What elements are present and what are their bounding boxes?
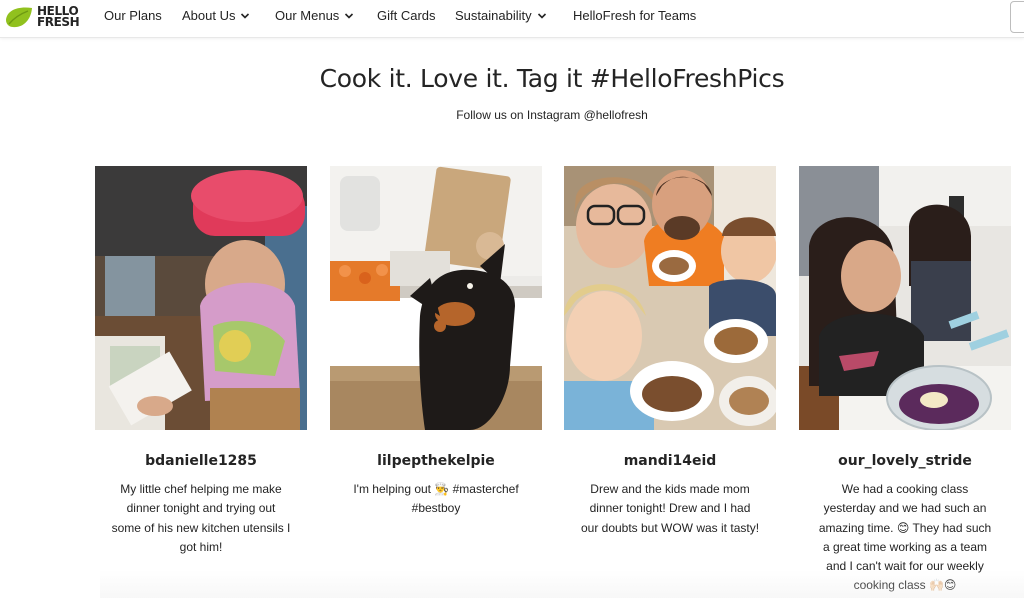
chevron-down-icon [537, 12, 546, 19]
nav-action-button[interactable] [1010, 1, 1024, 33]
nav-label: Sustainability [455, 8, 532, 23]
post-caption: I'm helping out 👨‍🍳 #masterchef #bestboy [353, 482, 519, 516]
dog-kitchen-photo[interactable] [330, 166, 542, 430]
instagram-post-card[interactable]: our_lovely_stride We had a cooking class… [799, 166, 1011, 596]
nav-label: HelloFresh for Teams [573, 8, 697, 23]
chevron-down-icon [241, 12, 250, 19]
post-caption: Drew and the kids made mom dinner tonigh… [580, 482, 760, 535]
family-selfie-photo[interactable] [564, 166, 776, 430]
nav-label: Gift Cards [377, 8, 436, 23]
post-username[interactable]: lilpepthekelpie [330, 453, 542, 469]
nav-label: About Us [182, 8, 236, 23]
post-username[interactable]: our_lovely_stride [799, 453, 1011, 469]
hellofresh-logo[interactable]: HELLO FRESH [4, 3, 80, 31]
instagram-post-card[interactable]: lilpepthekelpie I'm helping out 👨‍🍳 #mas… [330, 166, 542, 519]
nav-gift-cards[interactable]: Gift Cards [377, 8, 436, 23]
lime-leaf-icon [6, 7, 32, 28]
nav-about-us[interactable]: About Us [182, 8, 250, 23]
nav-hellofresh-for-teams[interactable]: HelloFresh for Teams [573, 8, 696, 23]
nav-sustainability[interactable]: Sustainability [455, 8, 547, 23]
child-chef-photo[interactable] [95, 166, 307, 430]
nav-our-menus[interactable]: Our Menus [275, 8, 354, 23]
logo-line-2: FRESH [37, 15, 80, 29]
logo-wordmark: HELLO FRESH [37, 5, 80, 29]
post-caption: My little chef helping me make dinner to… [111, 482, 291, 554]
instagram-post-card[interactable]: bdanielle1285 My little chef helping me … [95, 166, 307, 557]
section-title: Cook it. Love it. Tag it #HelloFreshPics [319, 64, 785, 93]
nav-label: Our Menus [275, 8, 340, 23]
chevron-down-icon [345, 12, 354, 19]
girls-cooking-photo[interactable] [799, 166, 1011, 430]
scroll-fade-overlay [100, 570, 1024, 598]
instagram-post-card[interactable]: mandi14eid Drew and the kids made mom di… [564, 166, 776, 538]
instagram-follow-text: Follow us on Instagram @hellofresh [456, 108, 648, 122]
post-username[interactable]: mandi14eid [564, 453, 776, 469]
nav-label: Our Plans [104, 8, 162, 23]
post-username[interactable]: bdanielle1285 [95, 453, 307, 469]
nav-our-plans[interactable]: Our Plans [104, 8, 162, 23]
top-navigation: HELLO FRESH Our Plans About Us Our Menus… [0, 0, 1024, 38]
